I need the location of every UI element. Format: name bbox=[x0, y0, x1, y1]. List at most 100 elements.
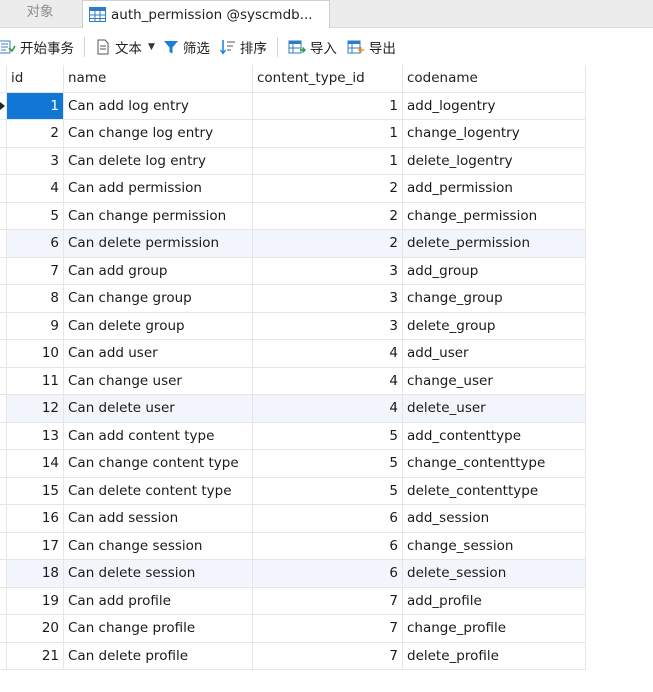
cell-name[interactable]: Can change permission bbox=[64, 202, 253, 230]
table-row[interactable]: 9 Can delete group 3 delete_group bbox=[0, 312, 653, 340]
row-indicator[interactable] bbox=[0, 532, 7, 560]
cell-name[interactable]: Can delete content type bbox=[64, 477, 253, 505]
table-row[interactable]: 6 Can delete permission 2 delete_permission bbox=[0, 230, 653, 258]
filter-button[interactable]: 筛选 bbox=[163, 35, 210, 59]
row-indicator[interactable] bbox=[0, 422, 7, 450]
cell-content-type-id[interactable]: 3 bbox=[253, 257, 403, 285]
cell-content-type-id[interactable]: 6 bbox=[253, 532, 403, 560]
cell-name[interactable]: Can add group bbox=[64, 257, 253, 285]
cell-id[interactable]: 7 bbox=[7, 257, 64, 285]
cell-codename[interactable]: add_contenttype bbox=[403, 422, 586, 450]
cell-name[interactable]: Can delete session bbox=[64, 560, 253, 588]
cell-id[interactable]: 9 bbox=[7, 312, 64, 340]
row-indicator[interactable] bbox=[0, 642, 7, 670]
table-row[interactable]: 19 Can add profile 7 add_profile bbox=[0, 587, 653, 615]
cell-content-type-id[interactable]: 4 bbox=[253, 340, 403, 368]
cell-content-type-id[interactable]: 2 bbox=[253, 230, 403, 258]
table-row[interactable]: 16 Can add session 6 add_session bbox=[0, 505, 653, 533]
table-row[interactable]: 8 Can change group 3 change_group bbox=[0, 285, 653, 313]
cell-id[interactable]: 3 bbox=[7, 147, 64, 175]
row-indicator[interactable] bbox=[0, 450, 7, 478]
cell-name[interactable]: Can change log entry bbox=[64, 120, 253, 148]
cell-name[interactable]: Can change user bbox=[64, 367, 253, 395]
cell-id[interactable]: 19 bbox=[7, 587, 64, 615]
cell-id[interactable]: 6 bbox=[7, 230, 64, 258]
cell-content-type-id[interactable]: 6 bbox=[253, 505, 403, 533]
cell-codename[interactable]: change_session bbox=[403, 532, 586, 560]
cell-id[interactable]: 14 bbox=[7, 450, 64, 478]
cell-id[interactable]: 20 bbox=[7, 615, 64, 643]
cell-codename[interactable]: add_session bbox=[403, 505, 586, 533]
cell-codename[interactable]: change_group bbox=[403, 285, 586, 313]
cell-content-type-id[interactable]: 2 bbox=[253, 175, 403, 203]
cell-codename[interactable]: delete_logentry bbox=[403, 147, 586, 175]
cell-content-type-id[interactable]: 6 bbox=[253, 560, 403, 588]
table-row[interactable]: 13 Can add content type 5 add_contenttype bbox=[0, 422, 653, 450]
cell-codename[interactable]: delete_permission bbox=[403, 230, 586, 258]
cell-content-type-id[interactable]: 4 bbox=[253, 395, 403, 423]
table-row[interactable]: 1 Can add log entry 1 add_logentry bbox=[0, 92, 653, 120]
row-indicator[interactable] bbox=[0, 175, 7, 203]
export-button[interactable]: 导出 bbox=[347, 35, 396, 59]
cell-name[interactable]: Can delete log entry bbox=[64, 147, 253, 175]
cell-codename[interactable]: add_user bbox=[403, 340, 586, 368]
table-row[interactable]: 4 Can add permission 2 add_permission bbox=[0, 175, 653, 203]
row-indicator[interactable] bbox=[0, 560, 7, 588]
cell-id[interactable]: 17 bbox=[7, 532, 64, 560]
row-indicator[interactable] bbox=[0, 587, 7, 615]
cell-name[interactable]: Can change profile bbox=[64, 615, 253, 643]
cell-codename[interactable]: add_logentry bbox=[403, 92, 586, 120]
cell-id[interactable]: 11 bbox=[7, 367, 64, 395]
row-indicator[interactable] bbox=[0, 615, 7, 643]
row-indicator[interactable] bbox=[0, 312, 7, 340]
begin-transaction-button[interactable]: 开始事务 bbox=[0, 35, 74, 59]
table-row[interactable]: 11 Can change user 4 change_user bbox=[0, 367, 653, 395]
tab-table[interactable]: auth_permission @syscmdb... bbox=[82, 0, 330, 28]
cell-codename[interactable]: change_logentry bbox=[403, 120, 586, 148]
cell-codename[interactable]: delete_group bbox=[403, 312, 586, 340]
cell-name[interactable]: Can add permission bbox=[64, 175, 253, 203]
sort-button[interactable]: 排序 bbox=[219, 35, 267, 59]
table-row[interactable]: 18 Can delete session 6 delete_session bbox=[0, 560, 653, 588]
cell-id[interactable]: 4 bbox=[7, 175, 64, 203]
cell-content-type-id[interactable]: 4 bbox=[253, 367, 403, 395]
cell-id[interactable]: 15 bbox=[7, 477, 64, 505]
cell-name[interactable]: Can delete group bbox=[64, 312, 253, 340]
cell-name[interactable]: Can change group bbox=[64, 285, 253, 313]
cell-id[interactable]: 1 bbox=[7, 92, 64, 120]
import-button[interactable]: 导入 bbox=[288, 35, 337, 59]
cell-content-type-id[interactable]: 1 bbox=[253, 92, 403, 120]
text-button[interactable]: 文本 ▼ bbox=[95, 35, 155, 59]
table-row[interactable]: 21 Can delete profile 7 delete_profile bbox=[0, 642, 653, 670]
cell-codename[interactable]: add_permission bbox=[403, 175, 586, 203]
table-row[interactable]: 3 Can delete log entry 1 delete_logentry bbox=[0, 147, 653, 175]
row-indicator[interactable] bbox=[0, 147, 7, 175]
cell-id[interactable]: 18 bbox=[7, 560, 64, 588]
cell-name[interactable]: Can delete profile bbox=[64, 642, 253, 670]
tab-objects[interactable]: 对象 bbox=[0, 0, 80, 28]
cell-name[interactable]: Can delete permission bbox=[64, 230, 253, 258]
table-row[interactable]: 5 Can change permission 2 change_permission bbox=[0, 202, 653, 230]
cell-name[interactable]: Can change session bbox=[64, 532, 253, 560]
row-indicator[interactable] bbox=[0, 395, 7, 423]
cell-codename[interactable]: delete_session bbox=[403, 560, 586, 588]
cell-codename[interactable]: delete_profile bbox=[403, 642, 586, 670]
row-indicator[interactable] bbox=[0, 477, 7, 505]
cell-content-type-id[interactable]: 2 bbox=[253, 202, 403, 230]
cell-id[interactable]: 13 bbox=[7, 422, 64, 450]
cell-codename[interactable]: change_permission bbox=[403, 202, 586, 230]
cell-id[interactable]: 5 bbox=[7, 202, 64, 230]
column-header-content-type-id[interactable]: content_type_id bbox=[253, 65, 403, 93]
cell-codename[interactable]: delete_contenttype bbox=[403, 477, 586, 505]
column-header-codename[interactable]: codename bbox=[403, 65, 586, 93]
row-indicator[interactable] bbox=[0, 367, 7, 395]
row-indicator[interactable] bbox=[0, 120, 7, 148]
row-indicator[interactable] bbox=[0, 505, 7, 533]
cell-content-type-id[interactable]: 7 bbox=[253, 642, 403, 670]
cell-content-type-id[interactable]: 7 bbox=[253, 615, 403, 643]
table-row[interactable]: 20 Can change profile 7 change_profile bbox=[0, 615, 653, 643]
cell-id[interactable]: 8 bbox=[7, 285, 64, 313]
cell-codename[interactable]: delete_user bbox=[403, 395, 586, 423]
table-row[interactable]: 15 Can delete content type 5 delete_content… bbox=[0, 477, 653, 505]
cell-id[interactable]: 2 bbox=[7, 120, 64, 148]
